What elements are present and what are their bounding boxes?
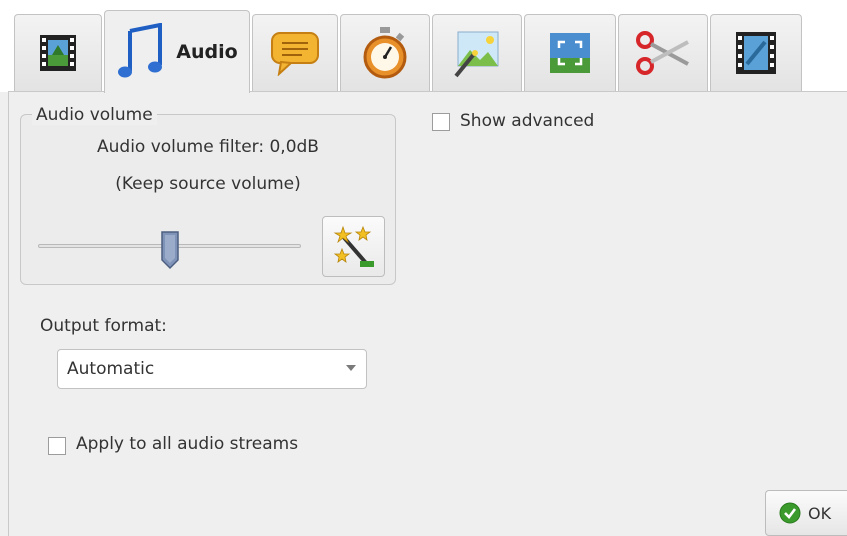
tab-effects[interactable]	[432, 14, 522, 91]
output-format-select[interactable]: Automatic	[57, 349, 367, 389]
ok-button[interactable]: OK	[765, 490, 847, 536]
tab-audio[interactable]: Audio	[104, 10, 250, 93]
check-circle-icon	[779, 502, 801, 524]
apply-all-label: Apply to all audio streams	[76, 434, 299, 454]
auto-volume-button[interactable]	[322, 216, 385, 277]
tab-audio-label: Audio	[176, 41, 238, 63]
film-icon	[40, 35, 76, 71]
show-advanced-label: Show advanced	[460, 111, 595, 131]
scissors-icon	[636, 31, 689, 75]
audio-settings-window: Audio Audio volume Audio volume filter: …	[0, 0, 847, 536]
audio-volume-group-title: Audio volume	[32, 105, 157, 125]
tab-merge[interactable]	[710, 14, 802, 91]
output-format-label: Output format:	[40, 316, 167, 336]
speech-bubble-icon	[271, 32, 319, 76]
apply-all-checkbox[interactable]	[48, 437, 66, 455]
film-link-icon	[736, 32, 776, 74]
output-format-value: Automatic	[67, 359, 155, 379]
picture-wand-icon	[454, 31, 499, 78]
tab-strip: Audio	[0, 0, 847, 93]
volume-slider-thumb[interactable]	[160, 230, 180, 270]
crop-frame-icon	[550, 33, 590, 73]
tab-cut[interactable]	[618, 14, 708, 91]
tab-crop[interactable]	[524, 14, 616, 91]
volume-status-text: (Keep source volume)	[115, 174, 301, 194]
tab-subtitles[interactable]	[252, 14, 338, 91]
stopwatch-icon	[363, 27, 407, 79]
volume-filter-text: Audio volume filter: 0,0dB	[97, 137, 319, 157]
magic-wand-stars-icon	[333, 225, 374, 267]
tab-timing[interactable]	[340, 14, 430, 91]
tab-video[interactable]	[14, 14, 102, 91]
ok-button-label: OK	[808, 503, 832, 523]
music-note-icon	[118, 23, 163, 78]
show-advanced-checkbox[interactable]	[432, 113, 450, 131]
chevron-down-icon[interactable]	[346, 365, 356, 371]
panel-left-border	[8, 91, 9, 536]
